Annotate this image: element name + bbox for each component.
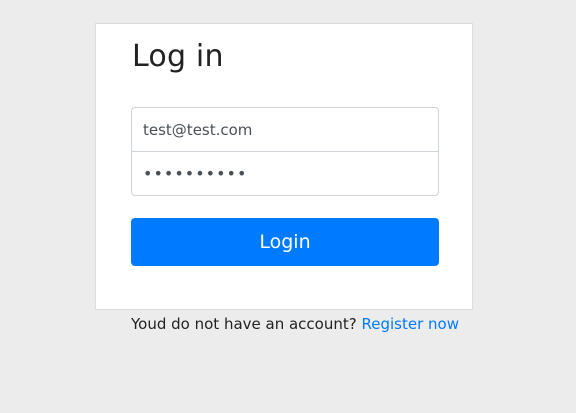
credentials-field-group [131, 107, 439, 196]
login-card: Log in Login [95, 23, 473, 310]
register-prompt: Youd do not have an account? Register no… [131, 315, 459, 333]
register-prompt-text: Youd do not have an account? [131, 315, 357, 333]
email-field[interactable] [131, 107, 439, 152]
page-title: Log in [132, 39, 224, 74]
login-button[interactable]: Login [131, 218, 439, 266]
register-link[interactable]: Register now [361, 315, 458, 333]
password-field[interactable] [131, 151, 439, 196]
